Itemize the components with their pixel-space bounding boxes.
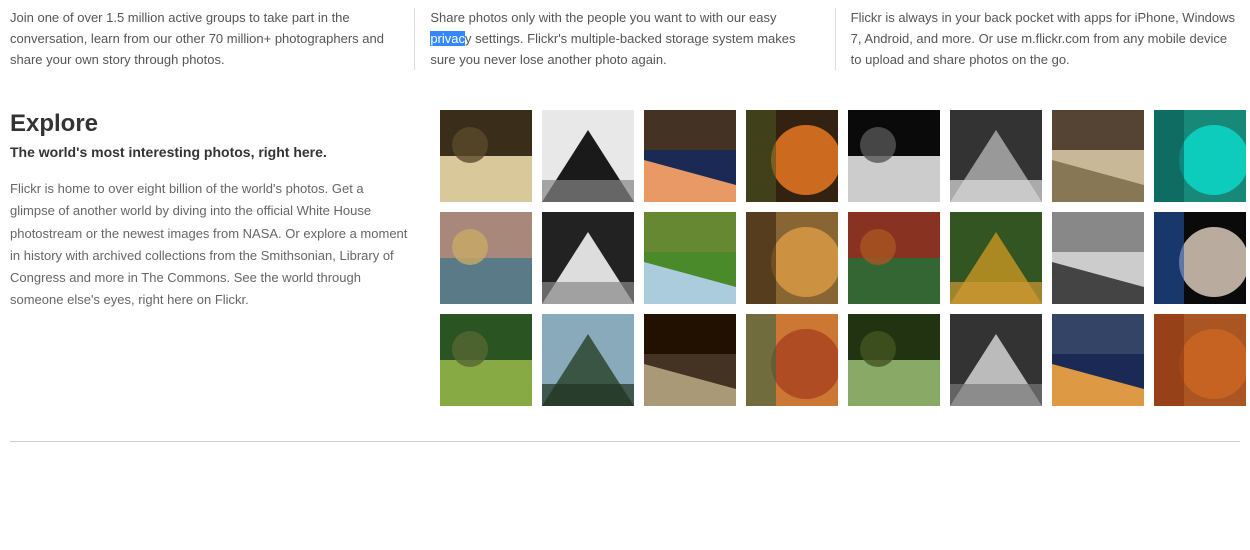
thumbnail-field-sunset[interactable] — [746, 110, 838, 202]
thumbnail-lake-mountains[interactable] — [542, 314, 634, 406]
thumbnail-palm-sunset[interactable] — [746, 212, 838, 304]
thumbnail-autumn-trees-orange[interactable] — [1154, 314, 1246, 406]
thumbnail-blue-eye[interactable] — [1154, 212, 1246, 304]
photo-icon — [542, 110, 634, 202]
thumbnail-rocks-bw[interactable] — [950, 110, 1042, 202]
thumbnail-green-field-clouds[interactable] — [644, 212, 736, 304]
photo-icon — [440, 314, 532, 406]
thumbnail-autumn-hill[interactable] — [848, 212, 940, 304]
feature-col-privacy: Share photos only with the people you wa… — [415, 8, 835, 70]
thumbnail-underwater-teal[interactable] — [1154, 110, 1246, 202]
photo-icon — [644, 110, 736, 202]
photo-icon — [746, 212, 838, 304]
thumbnail-vintage-group-bw[interactable] — [1052, 212, 1144, 304]
photo-icon — [950, 314, 1042, 406]
thumbnail-pine-forest[interactable] — [848, 314, 940, 406]
thumbnail-ring-bw[interactable] — [848, 110, 940, 202]
feature-col-mobile: Flickr is always in your back pocket wit… — [836, 8, 1240, 70]
explore-body: Flickr is home to over eight billion of … — [10, 178, 410, 311]
photo-icon — [1154, 212, 1246, 304]
feature-text-pre: Share photos only with the people you wa… — [430, 10, 776, 25]
thumbnail-boats-bw[interactable] — [542, 212, 634, 304]
photo-icon — [1052, 212, 1144, 304]
photo-icon — [848, 110, 940, 202]
thumbnail-riverside-buildings[interactable] — [440, 212, 532, 304]
explore-copy: Explore The world's most interesting pho… — [10, 110, 410, 311]
photo-icon — [746, 314, 838, 406]
photo-icon — [950, 110, 1042, 202]
thumbnail-forest-path[interactable] — [440, 314, 532, 406]
explore-thumbnail-grid — [440, 110, 1246, 406]
thumbnail-skyline-dusk[interactable] — [1052, 314, 1144, 406]
photo-icon — [644, 314, 736, 406]
explore-subtitle: The world's most interesting photos, rig… — [10, 144, 410, 160]
section-divider — [10, 441, 1240, 442]
photo-icon — [950, 212, 1042, 304]
photo-icon — [542, 212, 634, 304]
feature-text: Flickr is always in your back pocket wit… — [851, 10, 1235, 67]
thumbnail-bridge-sunset[interactable] — [644, 110, 736, 202]
feature-col-groups: Join one of over 1.5 million active grou… — [10, 8, 415, 70]
explore-section: Explore The world's most interesting pho… — [10, 110, 1240, 406]
photo-icon — [440, 212, 532, 304]
photo-icon — [1154, 110, 1246, 202]
photo-icon — [848, 314, 940, 406]
photo-icon — [440, 110, 532, 202]
photo-icon — [1052, 110, 1144, 202]
feature-text: Join one of over 1.5 million active grou… — [10, 10, 384, 67]
selected-text: privac — [430, 31, 465, 46]
thumbnail-vineyard-aerial[interactable] — [950, 212, 1042, 304]
thumbnail-street-crowd-bw[interactable] — [950, 314, 1042, 406]
feature-text-post: y settings. Flickr's multiple-backed sto… — [430, 31, 795, 67]
photo-icon — [542, 314, 634, 406]
thumbnail-wedding-bw[interactable] — [542, 110, 634, 202]
thumbnail-autumn-valley[interactable] — [746, 314, 838, 406]
photo-icon — [1052, 314, 1144, 406]
feature-columns: Join one of over 1.5 million active grou… — [10, 8, 1240, 70]
thumbnail-building-tan[interactable] — [1052, 110, 1144, 202]
photo-icon — [644, 212, 736, 304]
explore-heading: Explore — [10, 110, 410, 138]
photo-icon — [848, 212, 940, 304]
photo-icon — [1154, 314, 1246, 406]
thumbnail-dancer-sepia[interactable] — [440, 110, 532, 202]
thumbnail-pier-underside[interactable] — [644, 314, 736, 406]
photo-icon — [746, 110, 838, 202]
